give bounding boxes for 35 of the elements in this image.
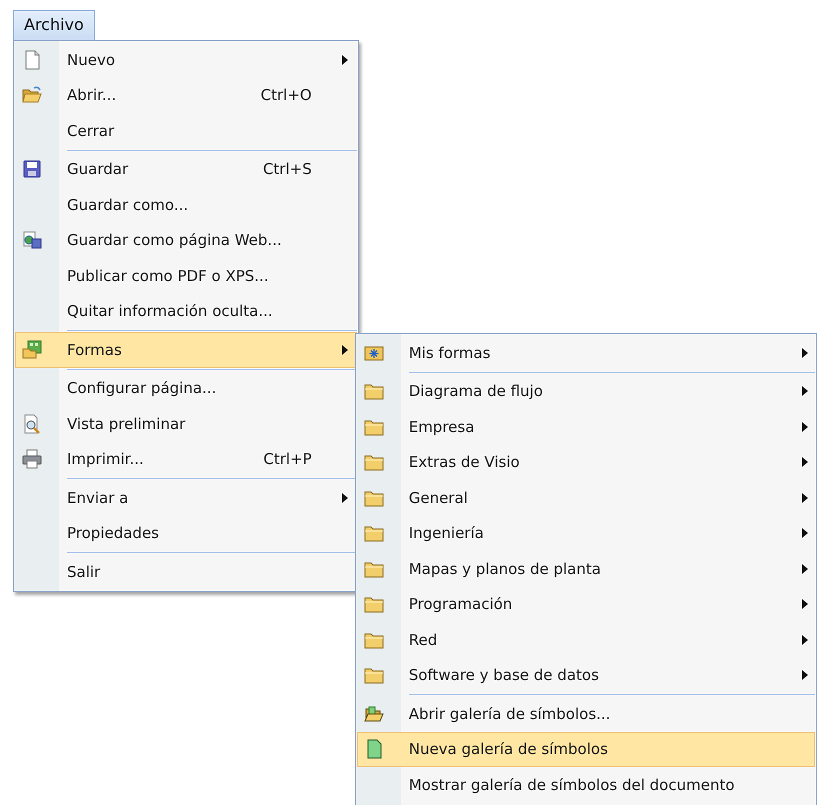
- menu-item[interactable]: Guardar como página Web...: [15, 222, 357, 258]
- menu-item[interactable]: General: [356, 480, 815, 516]
- menu-item[interactable]: Empresa: [356, 409, 815, 444]
- printer-icon: [22, 449, 42, 470]
- menu-item[interactable]: Publicar como PDF o XPS...: [15, 258, 357, 294]
- menu-item[interactable]: Vista preliminar: [15, 406, 357, 442]
- shapes-folder-icon: [22, 340, 42, 360]
- menu-item[interactable]: Red: [356, 622, 815, 658]
- menu-item[interactable]: Ingeniería: [356, 516, 815, 551]
- menu-item[interactable]: Salir: [15, 554, 357, 590]
- menu-item[interactable]: Imprimir... Ctrl+P: [15, 442, 357, 477]
- menu-item[interactable]: Extras de Visio: [356, 444, 815, 480]
- menu-item[interactable]: Mostrar galería de símbolos del documento: [356, 767, 815, 802]
- menu-item[interactable]: Guardar como...: [15, 187, 357, 222]
- menu-item[interactable]: Propiedades: [15, 516, 357, 551]
- open-folder-icon: [364, 704, 384, 724]
- open-folder-icon: [22, 85, 42, 106]
- menu-item[interactable]: Mapas y planos de planta: [356, 551, 815, 586]
- menu-item[interactable]: Abrir... Ctrl+O: [15, 78, 357, 113]
- magnifier-page-icon: [22, 414, 42, 434]
- menu-item[interactable]: Quitar información oculta...: [15, 294, 357, 329]
- menu-item[interactable]: Programación: [356, 586, 815, 622]
- menu-bar-item[interactable]: Archivo: [13, 10, 95, 40]
- menu-item[interactable]: Configurar página...: [15, 370, 357, 406]
- menu-item[interactable]: Abrir galería de símbolos...: [356, 696, 815, 732]
- menu-item[interactable]: Formas: [15, 332, 357, 368]
- menu-item[interactable]: Nuevo: [15, 42, 357, 78]
- menu-item[interactable]: Enviar a: [15, 480, 357, 516]
- menu-item[interactable]: Mis formas: [356, 335, 815, 370]
- menu-item[interactable]: Guardar Ctrl+S: [15, 152, 357, 187]
- globe-disk-icon: [22, 230, 42, 250]
- menu-item[interactable]: Software y base de datos: [356, 658, 815, 693]
- menu-item[interactable]: Nueva galería de símbolos: [356, 732, 815, 767]
- menu-item[interactable]: Cerrar: [15, 113, 357, 148]
- menu-item[interactable]: Diagrama de flujo: [356, 374, 815, 409]
